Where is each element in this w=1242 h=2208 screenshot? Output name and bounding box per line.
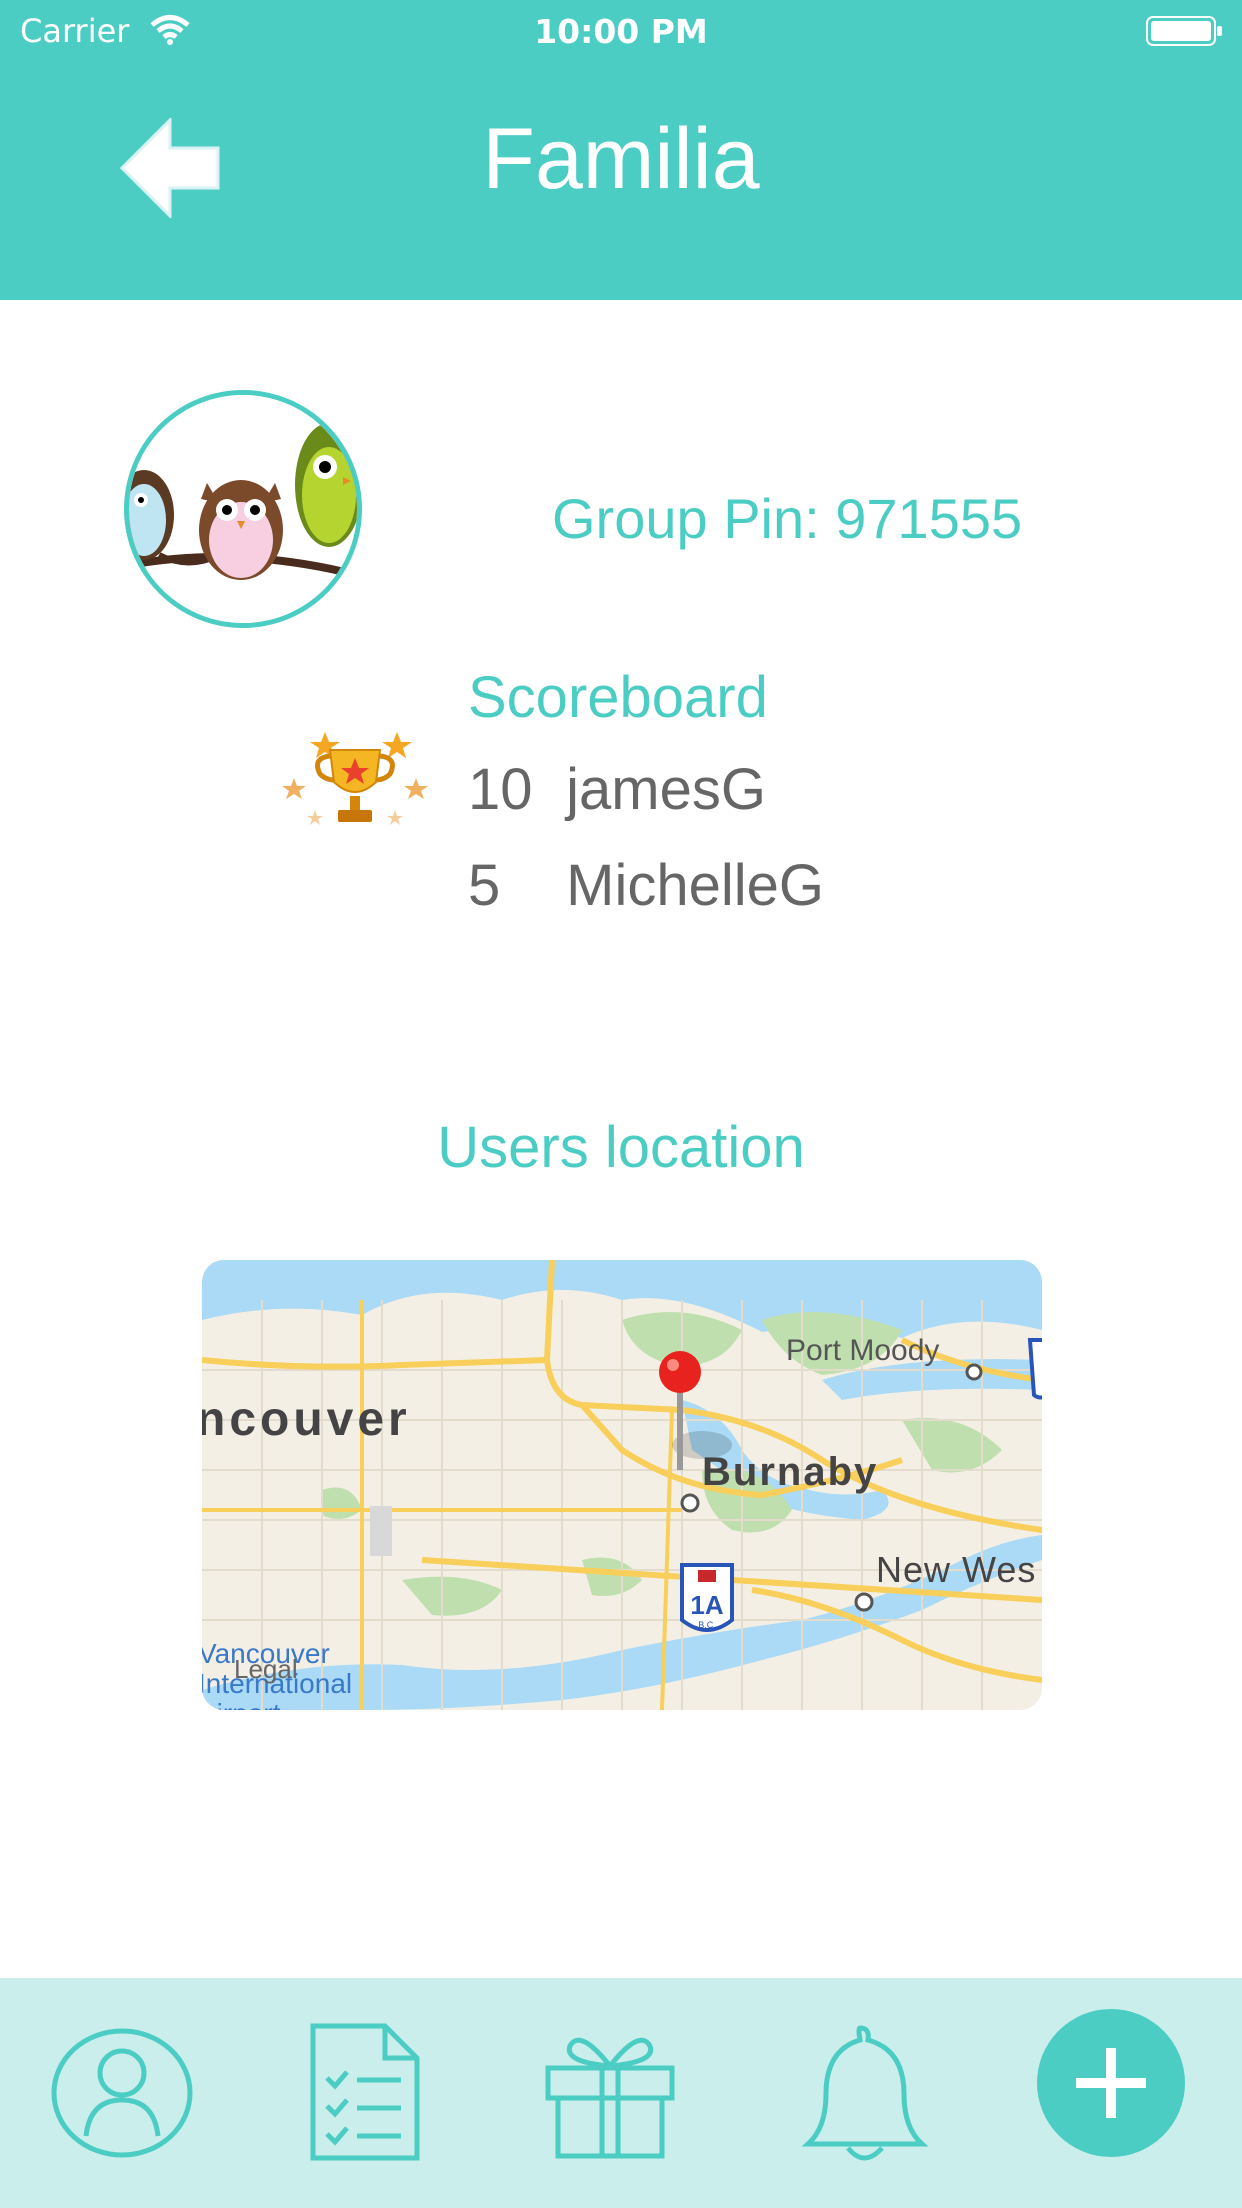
header-bar: Familia [0,60,1242,300]
tab-notifications[interactable] [800,2018,950,2168]
score-user: jamesG [566,757,766,822]
bell-icon [801,2025,929,2161]
page-title: Familia [482,111,760,207]
group-avatar[interactable] [124,390,362,628]
highway-shield-number: 1A [690,1590,723,1620]
trophy-icon [280,720,430,844]
map-tiles: ncouver Port Moody Burnaby New Wes Vanco… [202,1260,1042,1710]
map-label-airport: Airport [202,1698,281,1710]
group-pin: Group Pin: 971555 [552,487,1023,550]
owls-image [129,395,357,623]
score-row: 5 MichelleG [468,852,824,919]
gift-icon [545,2037,675,2159]
add-icon [1037,2009,1185,2157]
score-points: 10 [468,757,533,822]
battery-icon [1146,16,1224,50]
tab-tasks[interactable] [305,2018,455,2168]
map-label-new-west: New Wes [876,1549,1036,1590]
profile-icon [51,2028,193,2158]
scoreboard-title: Scoreboard [468,665,768,730]
clock: 10:00 PM [534,12,708,51]
score-user: MichelleG [566,853,824,918]
tab-profile[interactable] [50,2018,200,2168]
score-row: 10 jamesG [468,756,766,823]
checklist-icon [310,2023,420,2161]
score-points: 5 [468,853,501,918]
add-button[interactable] [1036,2008,1186,2158]
highway-shield-sub: B.C. [698,1620,716,1630]
map-label-burnaby: Burnaby [702,1450,878,1494]
users-location-map[interactable]: ncouver Port Moody Burnaby New Wes Vanco… [202,1260,1042,1710]
tab-rewards[interactable] [540,2018,690,2168]
users-location-title: Users location [437,1115,805,1180]
highway-shield-icon: 1A B.C. [680,1563,734,1632]
status-bar: Carrier 10:00 PM [0,0,1242,60]
map-legal-link: Legal [234,1654,298,1684]
tab-bar [0,1978,1242,2208]
map-label-port-moody: Port Moody [786,1334,939,1367]
map-label-vancouver: ncouver [202,1393,411,1446]
